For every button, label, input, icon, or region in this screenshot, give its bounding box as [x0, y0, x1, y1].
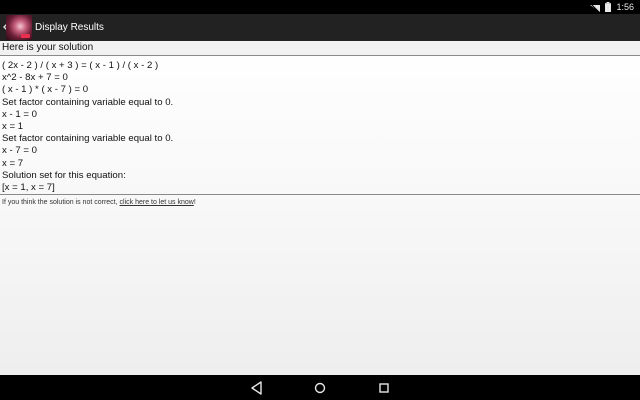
status-time: 1:56	[616, 2, 634, 12]
nav-back-icon[interactable]	[249, 380, 265, 396]
wifi-icon	[590, 2, 601, 12]
report-prefix: If you think the solution is not correct…	[2, 199, 120, 206]
action-bar-title: Display Results	[35, 22, 104, 33]
nav-home-icon[interactable]	[312, 380, 328, 396]
battery-icon	[605, 2, 612, 12]
solution-set: [x = 1, x = 7]	[2, 182, 55, 194]
report-suffix: !	[193, 199, 196, 206]
report-link[interactable]: click here to let us know	[120, 199, 194, 206]
report-line: If you think the solution is not correct…	[2, 199, 196, 206]
solution-header: Here is your solution	[0, 41, 640, 56]
status-bar: 1:56	[0, 0, 640, 14]
content-area: Here is your solution ( 2x - 2 ) / ( x +…	[0, 41, 640, 375]
android-screen: 1:56 Display Results Here is your soluti…	[0, 0, 640, 400]
solution-step: x - 1 = 0	[2, 108, 37, 120]
solution-step: x^2 - 8x + 7 = 0	[2, 72, 68, 84]
solution-step: Solution set for this equation:	[2, 169, 126, 181]
solution-step: Set factor containing variable equal to …	[2, 96, 174, 108]
solution-step: x - 7 = 0	[2, 145, 37, 157]
app-icon[interactable]	[6, 15, 32, 40]
action-bar: Display Results	[0, 14, 640, 41]
nav-recents-icon[interactable]	[376, 380, 392, 396]
solution-step: x = 1	[2, 121, 24, 133]
solution-step: ( 2x - 2 ) / ( x + 3 ) = ( x - 1 ) / ( x…	[2, 60, 159, 71]
solution-step: Set factor containing variable equal to …	[2, 133, 174, 145]
solution-box: ( 2x - 2 ) / ( x + 3 ) = ( x - 1 ) / ( x…	[0, 58, 640, 195]
solution-step: ( x - 1 ) * ( x - 7 ) = 0	[2, 84, 89, 96]
navigation-bar	[0, 375, 640, 400]
status-right: 1:56	[590, 1, 634, 13]
solution-step: x = 7	[2, 157, 24, 169]
